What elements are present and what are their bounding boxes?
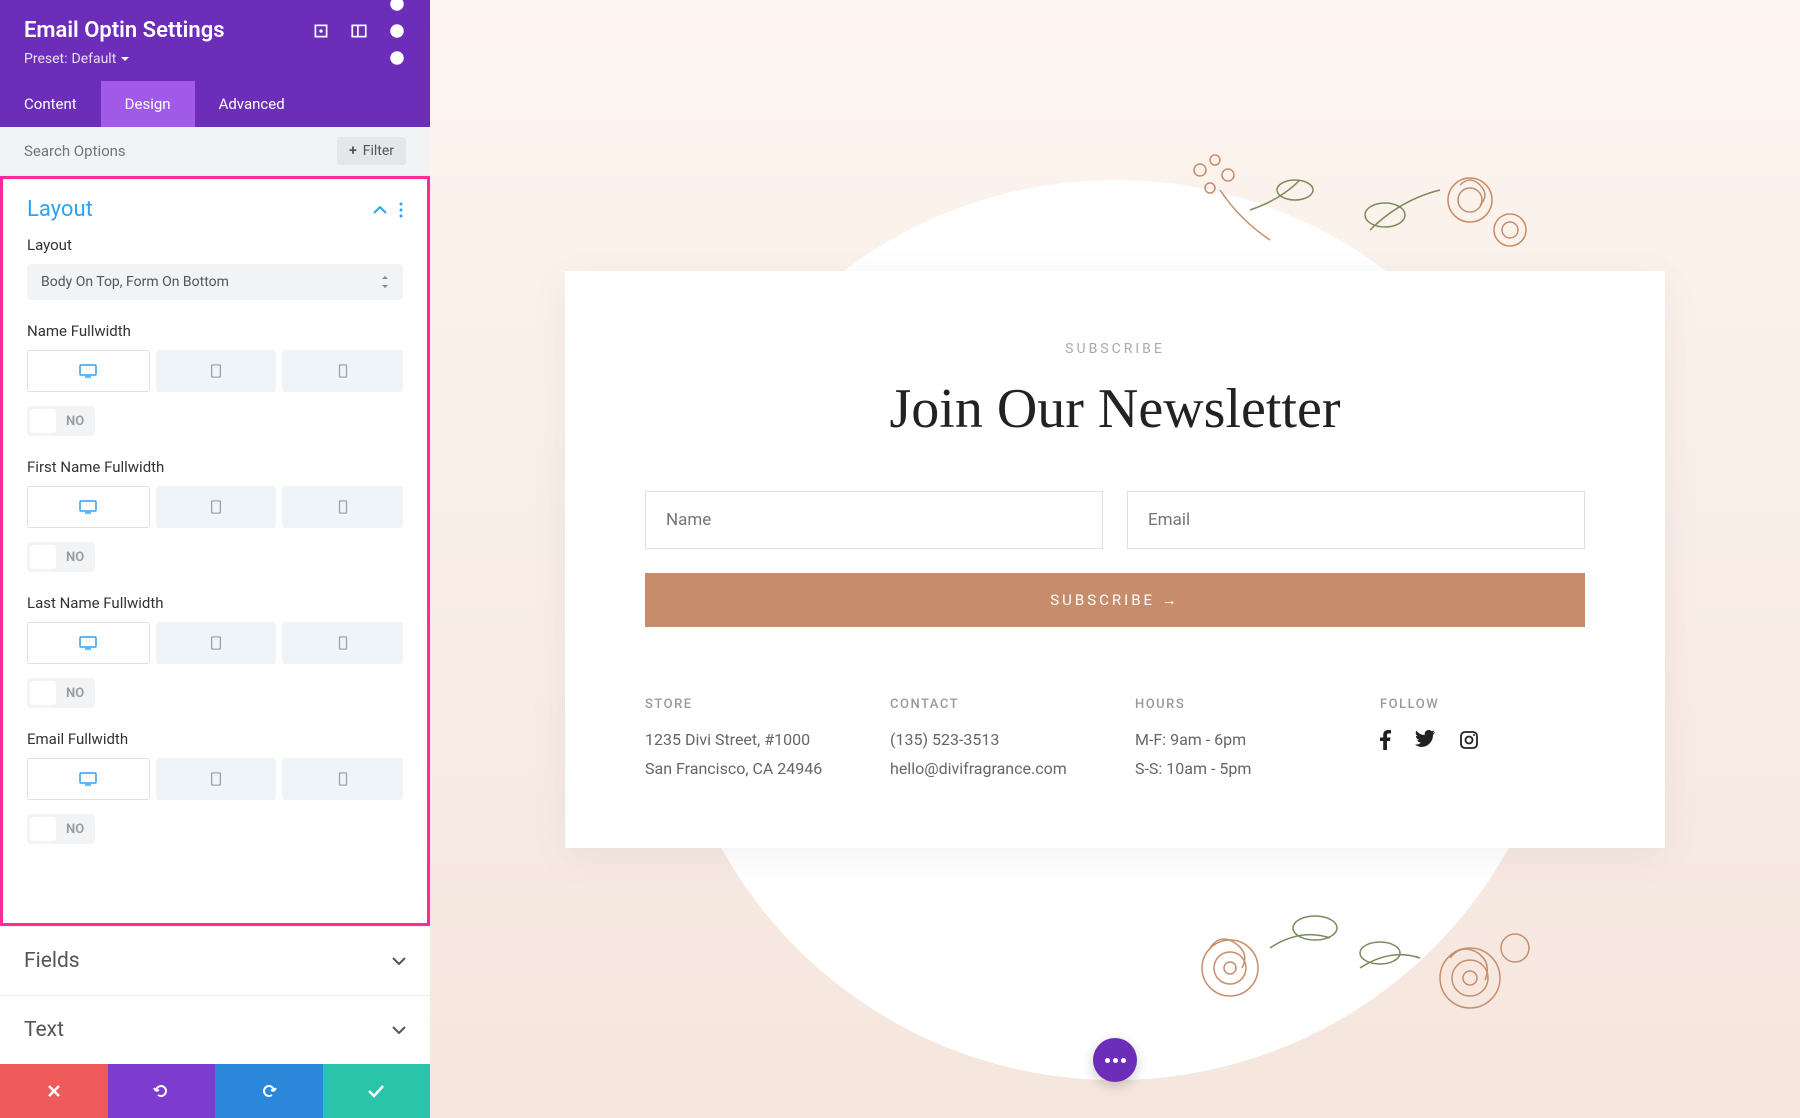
sidebar-header: Email Optin Settings Preset: Default: [0, 0, 430, 81]
preview-canvas: SUBSCRIBE Join Our Newsletter SUBSCRIBE …: [430, 0, 1800, 1118]
desktop-tab[interactable]: [27, 486, 150, 528]
fullwidth-toggle[interactable]: NO: [27, 678, 95, 708]
facebook-icon[interactable]: [1380, 730, 1391, 750]
undo-button[interactable]: [108, 1064, 216, 1118]
subscribe-button[interactable]: SUBSCRIBE →: [645, 573, 1585, 627]
tablet-tab[interactable]: [156, 622, 277, 664]
layout-section-highlight: Layout Layout Body On Top, Form On Botto…: [0, 176, 430, 926]
layout-label: Layout: [27, 236, 403, 254]
section-more-icon[interactable]: [399, 202, 403, 218]
panel-icon[interactable]: [350, 22, 368, 40]
name-input[interactable]: [645, 491, 1103, 549]
fullwidth-toggle[interactable]: NO: [27, 406, 95, 436]
field-label: First Name Fullwidth: [27, 458, 403, 476]
bottom-actions: [0, 1064, 430, 1118]
tab-design[interactable]: Design: [101, 81, 195, 127]
tab-advanced[interactable]: Advanced: [195, 81, 309, 127]
newsletter-title: Join Our Newsletter: [645, 377, 1585, 441]
phone-tab[interactable]: [282, 758, 403, 800]
twitter-icon[interactable]: [1415, 730, 1435, 750]
tab-content[interactable]: Content: [0, 81, 101, 127]
search-row: + Filter: [0, 127, 430, 176]
collapsed-section[interactable]: Fields: [0, 926, 430, 995]
phone-tab[interactable]: [282, 350, 403, 392]
fab-button[interactable]: [1093, 1038, 1137, 1082]
footer-contact: CONTACT (135) 523-3513 hello@divifragran…: [890, 697, 1095, 788]
collapsed-section[interactable]: Text: [0, 995, 430, 1064]
footer-hours: HOURS M-F: 9am - 6pm S-S: 10am - 5pm: [1135, 697, 1340, 788]
newsletter-card: SUBSCRIBE Join Our Newsletter SUBSCRIBE …: [565, 271, 1665, 848]
chevron-up-icon[interactable]: [373, 206, 387, 214]
footer-store: STORE 1235 Divi Street, #1000 San Franci…: [645, 697, 850, 788]
desktop-tab[interactable]: [27, 350, 150, 392]
subscribe-label: SUBSCRIBE: [645, 341, 1585, 357]
flower-decoration-bl: [1150, 868, 1370, 1068]
expand-icon[interactable]: [312, 22, 330, 40]
section-title-layout[interactable]: Layout: [27, 197, 93, 222]
save-button[interactable]: [323, 1064, 431, 1118]
redo-button[interactable]: [215, 1064, 323, 1118]
phone-tab[interactable]: [282, 622, 403, 664]
filter-button[interactable]: + Filter: [337, 137, 406, 165]
tablet-tab[interactable]: [156, 758, 277, 800]
email-input[interactable]: [1127, 491, 1585, 549]
tablet-tab[interactable]: [156, 486, 277, 528]
field-label: Email Fullwidth: [27, 730, 403, 748]
footer-follow: FOLLOW: [1380, 697, 1585, 788]
preset-selector[interactable]: Preset: Default: [24, 51, 406, 67]
desktop-tab[interactable]: [27, 758, 150, 800]
settings-tabs: Content Design Advanced: [0, 81, 430, 127]
phone-tab[interactable]: [282, 486, 403, 528]
more-icon[interactable]: [388, 22, 406, 40]
layout-select[interactable]: Body On Top, Form On Bottom: [27, 264, 403, 300]
close-button[interactable]: [0, 1064, 108, 1118]
fullwidth-toggle[interactable]: NO: [27, 542, 95, 572]
flower-decoration-br: [1340, 868, 1560, 1068]
field-label: Name Fullwidth: [27, 322, 403, 340]
desktop-tab[interactable]: [27, 622, 150, 664]
field-label: Last Name Fullwidth: [27, 594, 403, 612]
sidebar-title: Email Optin Settings: [24, 18, 225, 43]
tablet-tab[interactable]: [156, 350, 277, 392]
search-input[interactable]: [24, 142, 337, 160]
instagram-icon[interactable]: [1459, 730, 1479, 750]
fullwidth-toggle[interactable]: NO: [27, 814, 95, 844]
settings-sidebar: Email Optin Settings Preset: Default Con…: [0, 0, 430, 1118]
